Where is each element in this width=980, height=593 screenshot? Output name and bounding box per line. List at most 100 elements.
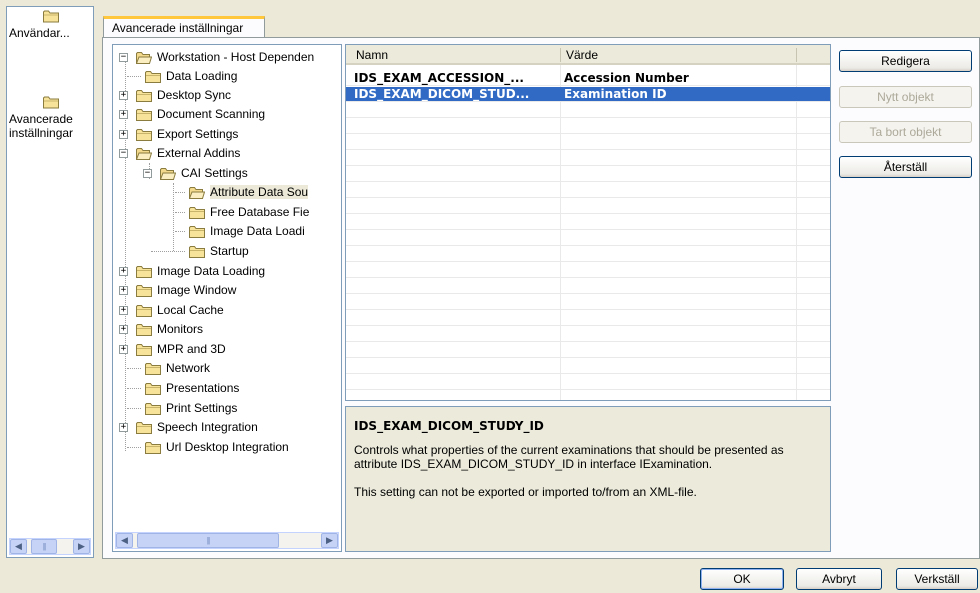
tree-guide (127, 407, 141, 409)
sidebar: Användar... Avancerade inställningar ◀ |… (6, 6, 94, 558)
folder-icon (145, 70, 161, 83)
empty-row (346, 215, 830, 230)
tab-advanced-settings[interactable]: Avancerade inställningar (103, 16, 265, 38)
folder-icon (43, 9, 59, 23)
folder-icon (136, 323, 152, 336)
folder-icon (189, 245, 205, 258)
scroll-thumb[interactable]: ||| (31, 539, 57, 554)
tree-node[interactable]: + Desktop Sync (119, 86, 231, 104)
collapse-icon[interactable]: − (119, 52, 128, 62)
cancel-button[interactable]: Avbryt (796, 568, 882, 590)
empty-row (346, 183, 830, 198)
settings-grid[interactable]: Namn Värde IDS_EXAM_ACCESSION_... Access… (345, 44, 831, 401)
empty-row (346, 327, 830, 342)
tree-node-label: CAI Settings (181, 166, 248, 180)
tree-node[interactable]: + Speech Integration (119, 418, 258, 436)
edit-button[interactable]: Redigera (839, 50, 972, 72)
tree-node-label: Speech Integration (157, 420, 258, 434)
tree-node-selected[interactable]: Attribute Data Sou (175, 183, 309, 201)
empty-row (346, 343, 830, 358)
empty-row (346, 247, 830, 262)
tree-node[interactable]: + Image Window (119, 281, 236, 299)
column-divider[interactable] (796, 48, 797, 62)
expand-icon[interactable]: + (119, 344, 128, 354)
tree-node-label: Desktop Sync (157, 88, 232, 102)
tree-node[interactable]: Data Loading (127, 67, 237, 85)
scroll-left-icon[interactable]: ◀ (10, 539, 27, 554)
tree-node[interactable]: Print Settings (127, 399, 237, 417)
grid-header: Namn Värde (346, 45, 830, 65)
scroll-thumb[interactable]: ||| (137, 533, 279, 548)
sidebar-item-advanced[interactable]: Avancerade inställningar (7, 95, 93, 140)
sidebar-item-users[interactable]: Användar... (7, 9, 93, 40)
expand-icon[interactable]: + (119, 109, 128, 119)
folder-icon (136, 284, 152, 297)
tree-guide (175, 230, 185, 232)
ok-button[interactable]: OK (700, 568, 784, 590)
row-name: IDS_EXAM_ACCESSION_... (354, 71, 524, 85)
expand-icon[interactable]: + (119, 266, 128, 276)
reset-button[interactable]: Återställ (839, 156, 972, 178)
scroll-right-icon[interactable]: ▶ (321, 533, 338, 548)
table-row[interactable]: IDS_EXAM_ACCESSION_... Accession Number (346, 71, 830, 86)
tree-node-label: Data Loading (166, 69, 238, 83)
tree-node[interactable]: + Document Scanning (119, 105, 265, 123)
tree-node[interactable]: − CAI Settings (143, 164, 248, 182)
column-header-name[interactable]: Namn (356, 48, 388, 62)
expand-icon[interactable]: + (119, 129, 128, 139)
expand-icon[interactable]: + (119, 285, 128, 295)
new-object-button[interactable]: Nytt objekt (839, 86, 972, 108)
tree-node-label: Monitors (157, 322, 204, 336)
folder-icon (136, 304, 152, 317)
scroll-right-icon[interactable]: ▶ (73, 539, 90, 554)
tree-node-label: Startup (210, 244, 249, 258)
tree-node-label: Image Data Loadi (210, 224, 305, 238)
tree-node-label: External Addins (157, 146, 241, 160)
empty-row (346, 199, 830, 214)
tree-scrollbar[interactable]: ◀ ||| ▶ (115, 532, 339, 549)
expand-icon[interactable]: + (119, 90, 128, 100)
folder-icon (136, 89, 152, 102)
empty-row (346, 279, 830, 294)
folder-icon (145, 362, 161, 375)
tree-node[interactable]: + Image Data Loading (119, 262, 265, 280)
tree-node[interactable]: Url Desktop Integration (127, 438, 289, 456)
tree-node[interactable]: Free Database Fie (175, 203, 309, 221)
folder-open-icon (189, 186, 205, 199)
sidebar-scrollbar[interactable]: ◀ ||| ▶ (9, 538, 91, 555)
tree-node[interactable]: Presentations (127, 379, 239, 397)
tree-node[interactable]: Network (127, 359, 210, 377)
apply-button[interactable]: Verkställ (896, 568, 978, 590)
tree-node-label: Image Data Loading (157, 264, 266, 278)
collapse-icon[interactable]: − (143, 168, 152, 178)
tree-node-label: Attribute Data Sou (210, 185, 309, 199)
tree-node-root[interactable]: − Workstation - Host Dependen (119, 48, 314, 66)
expand-icon[interactable]: + (119, 422, 128, 432)
folder-icon (136, 128, 152, 141)
column-header-value[interactable]: Värde (566, 48, 598, 62)
description-panel: IDS_EXAM_DICOM_STUDY_ID Controls what pr… (345, 406, 831, 552)
table-row-selected[interactable]: IDS_EXAM_DICOM_STUD... Examination ID (346, 87, 830, 102)
column-divider[interactable] (560, 48, 561, 62)
empty-row (346, 263, 830, 278)
folder-open-icon (160, 167, 176, 180)
remove-object-button[interactable]: Ta bort objekt (839, 121, 972, 143)
tree-node[interactable]: Image Data Loadi (175, 222, 305, 240)
expand-icon[interactable]: + (119, 305, 128, 315)
scroll-left-icon[interactable]: ◀ (116, 533, 133, 548)
tree-node[interactable]: + Export Settings (119, 125, 238, 143)
expand-icon[interactable]: + (119, 324, 128, 334)
tree-node[interactable]: + Monitors (119, 320, 203, 338)
tree-node[interactable]: − External Addins (119, 144, 240, 162)
tree-node[interactable]: + MPR and 3D (119, 340, 226, 358)
description-text: Controls what properties of the current … (354, 443, 784, 471)
folder-icon (145, 441, 161, 454)
empty-row (346, 359, 830, 374)
tree-node[interactable]: Startup (151, 242, 249, 260)
tree-node-label: Image Window (157, 283, 237, 297)
settings-tree[interactable]: − Workstation - Host Dependen Data Loadi… (112, 44, 342, 552)
collapse-icon[interactable]: − (119, 148, 128, 158)
tree-node[interactable]: + Local Cache (119, 301, 224, 319)
sidebar-item-label: Användar... (9, 26, 70, 40)
tree-guide (175, 211, 185, 213)
